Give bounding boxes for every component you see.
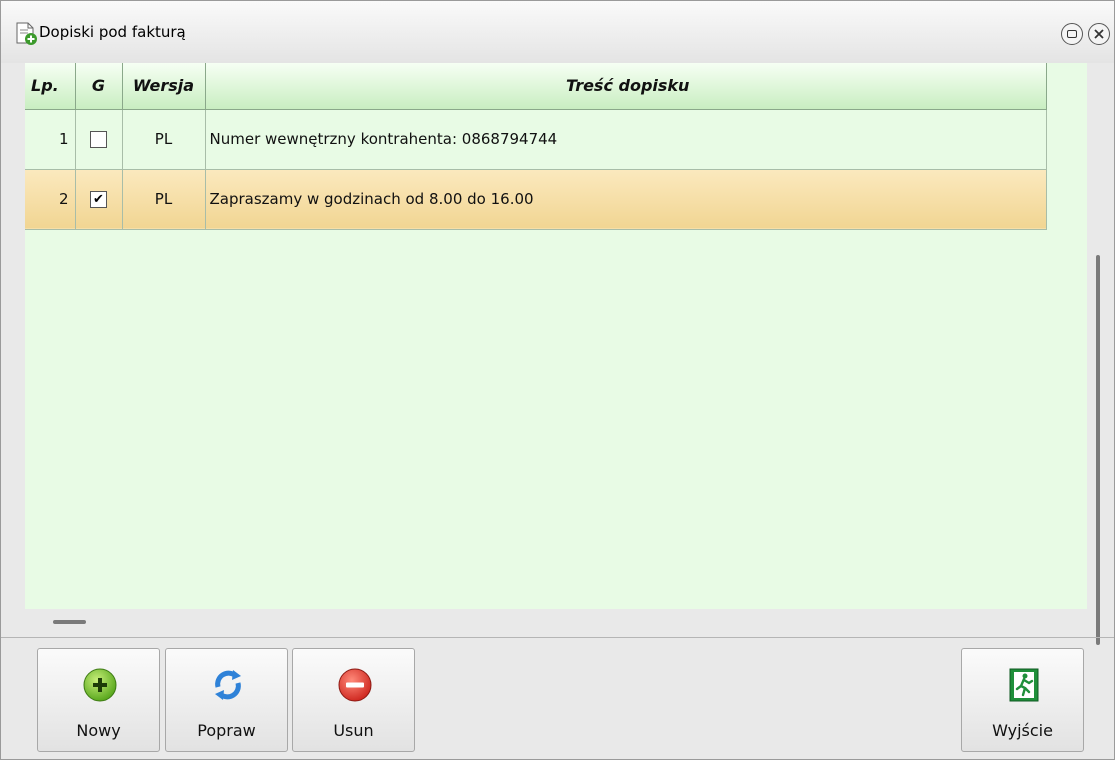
column-header-g[interactable]: G bbox=[75, 63, 123, 110]
row-lp: 2 bbox=[25, 169, 76, 230]
new-button-label: Nowy bbox=[76, 721, 121, 740]
document-add-icon bbox=[16, 22, 37, 45]
row-wersja: PL bbox=[122, 169, 206, 230]
row-g-cell bbox=[75, 109, 123, 170]
vertical-scrollbar[interactable] bbox=[1092, 63, 1114, 645]
row-checkbox[interactable]: ✔ bbox=[90, 191, 107, 208]
column-header-lp[interactable]: Lp. bbox=[25, 63, 76, 110]
delete-button[interactable]: Usun bbox=[292, 648, 415, 752]
row-checkbox[interactable] bbox=[90, 131, 107, 148]
horizontal-scroll-thumb[interactable] bbox=[53, 620, 86, 624]
plus-circle-icon bbox=[83, 668, 117, 702]
exit-button[interactable]: Wyjście bbox=[961, 648, 1084, 752]
close-icon bbox=[1094, 29, 1104, 39]
column-header-wersja[interactable]: Wersja bbox=[122, 63, 206, 110]
window-title: Dopiski pod fakturą bbox=[39, 23, 186, 41]
restore-icon bbox=[1067, 30, 1077, 38]
exit-door-icon bbox=[1009, 668, 1039, 702]
restore-button[interactable] bbox=[1061, 23, 1083, 45]
new-button[interactable]: Nowy bbox=[37, 648, 160, 752]
minus-circle-icon bbox=[338, 668, 372, 702]
edit-button-label: Popraw bbox=[197, 721, 256, 740]
edit-button[interactable]: Popraw bbox=[165, 648, 288, 752]
table-row[interactable]: 1 PL Numer wewnętrzny kontrahenta: 08687… bbox=[25, 109, 1047, 170]
table-header-row: Lp. G Wersja Treść dopisku bbox=[25, 63, 1047, 110]
notes-grid-area: Lp. G Wersja Treść dopisku 1 PL Numer we… bbox=[25, 63, 1087, 609]
column-header-tresc[interactable]: Treść dopisku bbox=[205, 63, 1047, 110]
row-lp: 1 bbox=[25, 109, 76, 170]
toolbar-divider bbox=[1, 637, 1114, 638]
title-bar: Dopiski pod fakturą bbox=[1, 1, 1114, 63]
vertical-scroll-thumb[interactable] bbox=[1096, 255, 1100, 645]
refresh-icon bbox=[215, 670, 241, 700]
close-button[interactable] bbox=[1088, 23, 1110, 45]
notes-table: Lp. G Wersja Treść dopisku 1 PL Numer we… bbox=[25, 63, 1047, 230]
delete-button-label: Usun bbox=[333, 721, 374, 740]
table-row-selected[interactable]: 2 ✔ PL Zapraszamy w godzinach od 8.00 do… bbox=[25, 169, 1047, 230]
row-wersja: PL bbox=[122, 109, 206, 170]
row-tresc: Zapraszamy w godzinach od 8.00 do 16.00 bbox=[205, 169, 1047, 230]
row-tresc: Numer wewnętrzny kontrahenta: 0868794744 bbox=[205, 109, 1047, 170]
dopiski-window: Dopiski pod fakturą Lp. G Wersja Treść d… bbox=[0, 0, 1115, 760]
row-g-cell: ✔ bbox=[75, 169, 123, 230]
exit-button-label: Wyjście bbox=[992, 721, 1053, 740]
